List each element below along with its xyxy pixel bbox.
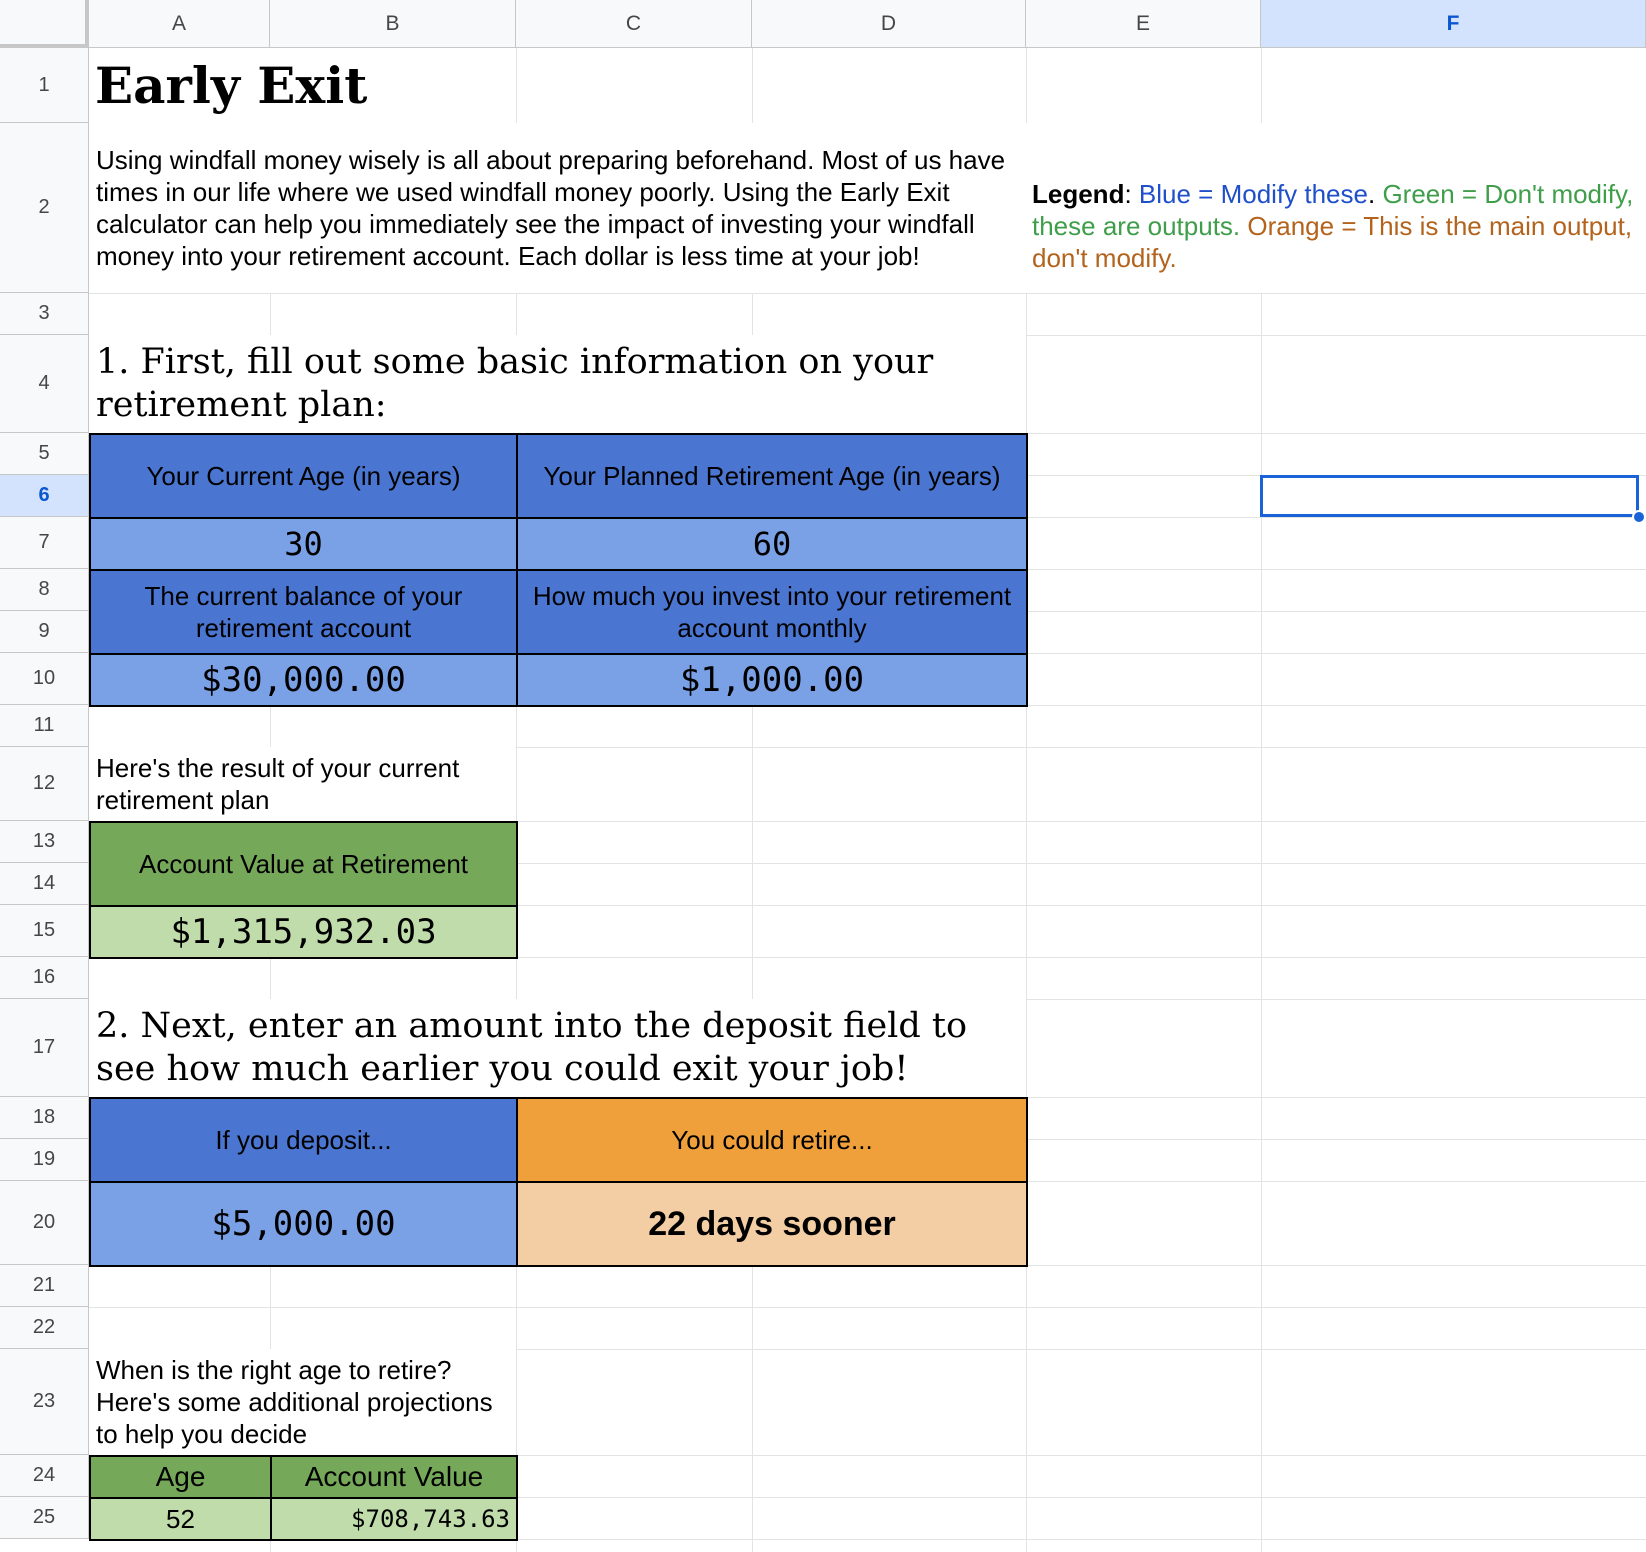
row-header-21[interactable]: 21 — [0, 1265, 89, 1307]
row-header-10[interactable]: 10 — [0, 653, 89, 705]
row-header-4[interactable]: 4 — [0, 335, 89, 433]
monthly-input[interactable]: $1,000.00 — [516, 653, 1028, 707]
row-header-24[interactable]: 24 — [0, 1455, 89, 1497]
row-header-23[interactable]: 23 — [0, 1349, 89, 1455]
projection-value-cell[interactable]: $708,743.63 — [270, 1497, 518, 1541]
column-header-f[interactable]: F — [1261, 0, 1646, 48]
legend-text[interactable]: Legend: Blue = Modify these. Green = Don… — [1026, 123, 1646, 293]
grid-line — [89, 293, 1646, 294]
column-header-e[interactable]: E — [1026, 0, 1261, 48]
column-header-b[interactable]: B — [270, 0, 516, 48]
legend-content: Legend: Blue = Modify these. Green = Don… — [1032, 178, 1642, 274]
monthly-label[interactable]: How much you invest into your retirement… — [516, 569, 1028, 655]
projections-age-header[interactable]: Age — [89, 1455, 272, 1499]
legend-blue: Blue = Modify these — [1138, 179, 1368, 209]
account-value-output[interactable]: $1,315,932.03 — [89, 905, 518, 959]
retire-sooner-label[interactable]: You could retire... — [516, 1097, 1028, 1183]
select-all-corner[interactable] — [0, 0, 89, 48]
step2-heading[interactable]: 2. Next, enter an amount into the deposi… — [89, 999, 1026, 1097]
current-age-label[interactable]: Your Current Age (in years) — [89, 433, 518, 519]
result-heading[interactable]: Here's the result of your current retire… — [89, 747, 516, 821]
retire-sooner-output[interactable]: 22 days sooner — [516, 1181, 1028, 1267]
grid-line — [89, 1307, 1646, 1308]
row-header-1[interactable]: 1 — [0, 48, 89, 123]
balance-label[interactable]: The current balance of your retirement a… — [89, 569, 518, 655]
row-header-17[interactable]: 17 — [0, 999, 89, 1097]
row-header-11[interactable]: 11 — [0, 705, 89, 747]
row-header-13[interactable]: 13 — [0, 821, 89, 863]
step1-heading[interactable]: 1. First, fill out some basic informatio… — [89, 335, 1026, 433]
row-header-7[interactable]: 7 — [0, 517, 89, 569]
page-title[interactable]: Early Exit — [89, 48, 516, 123]
row-header-2[interactable]: 2 — [0, 123, 89, 293]
projection-age-cell[interactable]: 52 — [89, 1497, 272, 1541]
column-header-d[interactable]: D — [752, 0, 1026, 48]
retirement-age-label[interactable]: Your Planned Retirement Age (in years) — [516, 433, 1028, 519]
legend-sep: : — [1124, 179, 1139, 209]
current-age-input[interactable]: 30 — [89, 517, 518, 571]
column-header-c[interactable]: C — [516, 0, 752, 48]
row-header-18[interactable]: 18 — [0, 1097, 89, 1139]
projections-heading[interactable]: When is the right age to retire? Here's … — [89, 1349, 516, 1455]
intro-text[interactable]: Using windfall money wisely is all about… — [89, 123, 1026, 293]
row-header-19[interactable]: 19 — [0, 1139, 89, 1181]
row-header-15[interactable]: 15 — [0, 905, 89, 957]
legend-sep: . — [1367, 179, 1383, 209]
projections-value-header[interactable]: Account Value — [270, 1455, 518, 1499]
selected-cell-outline[interactable] — [1260, 475, 1639, 517]
retirement-age-input[interactable]: 60 — [516, 517, 1028, 571]
row-header-3[interactable]: 3 — [0, 293, 89, 335]
deposit-label[interactable]: If you deposit... — [89, 1097, 518, 1183]
row-header-9[interactable]: 9 — [0, 611, 89, 653]
row-header-12[interactable]: 12 — [0, 747, 89, 821]
row-header-6[interactable]: 6 — [0, 475, 89, 517]
fill-handle[interactable] — [1632, 510, 1646, 524]
column-header-a[interactable]: A — [89, 0, 270, 48]
row-header-20[interactable]: 20 — [0, 1181, 89, 1265]
row-header-16[interactable]: 16 — [0, 957, 89, 999]
balance-input[interactable]: $30,000.00 — [89, 653, 518, 707]
legend-label: Legend — [1032, 179, 1125, 209]
account-value-label[interactable]: Account Value at Retirement — [89, 821, 518, 907]
row-header-22[interactable]: 22 — [0, 1307, 89, 1349]
deposit-input[interactable]: $5,000.00 — [89, 1181, 518, 1267]
row-header-14[interactable]: 14 — [0, 863, 89, 905]
row-header-5[interactable]: 5 — [0, 433, 89, 475]
row-header-8[interactable]: 8 — [0, 569, 89, 611]
row-header-25[interactable]: 25 — [0, 1497, 89, 1539]
